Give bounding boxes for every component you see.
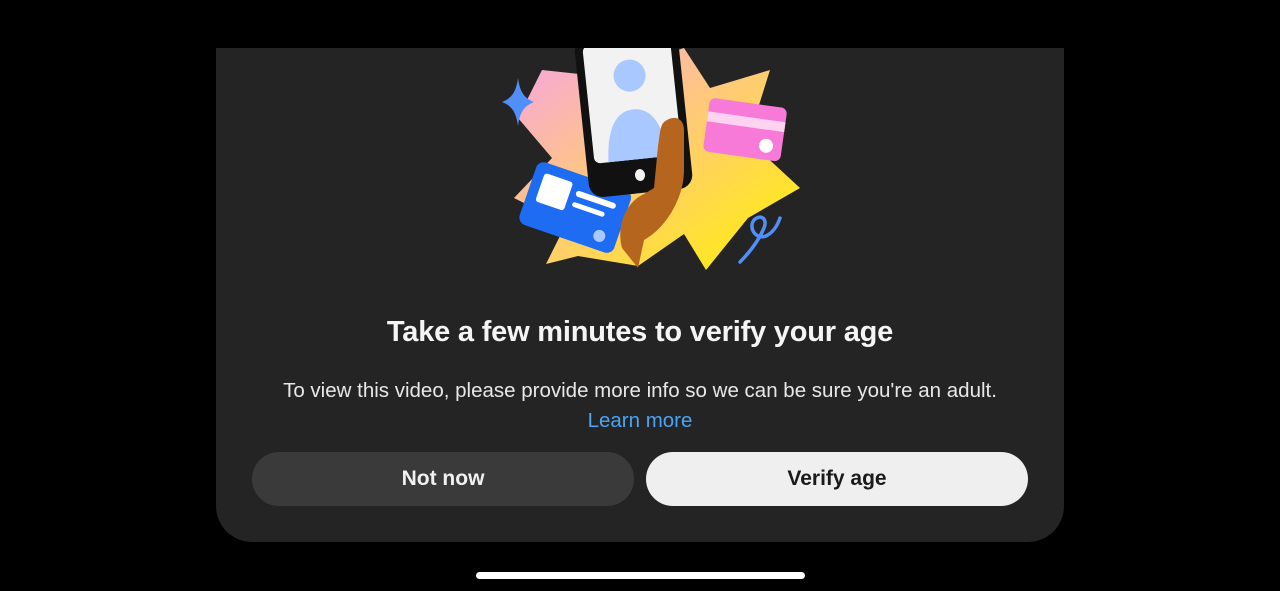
squiggle-icon	[738, 215, 782, 264]
not-now-button[interactable]: Not now	[252, 452, 634, 506]
age-verification-sheet: Take a few minutes to verify your age To…	[216, 48, 1064, 542]
verify-age-button[interactable]: Verify age	[646, 452, 1028, 506]
screen: Take a few minutes to verify your age To…	[0, 0, 1280, 591]
learn-more-row: Learn more	[216, 406, 1064, 436]
learn-more-link[interactable]: Learn more	[588, 409, 693, 432]
home-indicator	[476, 572, 805, 579]
credit-card-icon	[703, 98, 787, 162]
age-verification-illustration	[502, 48, 800, 270]
dialog-title: Take a few minutes to verify your age	[386, 316, 894, 348]
dialog-description: To view this video, please provide more …	[283, 379, 997, 402]
